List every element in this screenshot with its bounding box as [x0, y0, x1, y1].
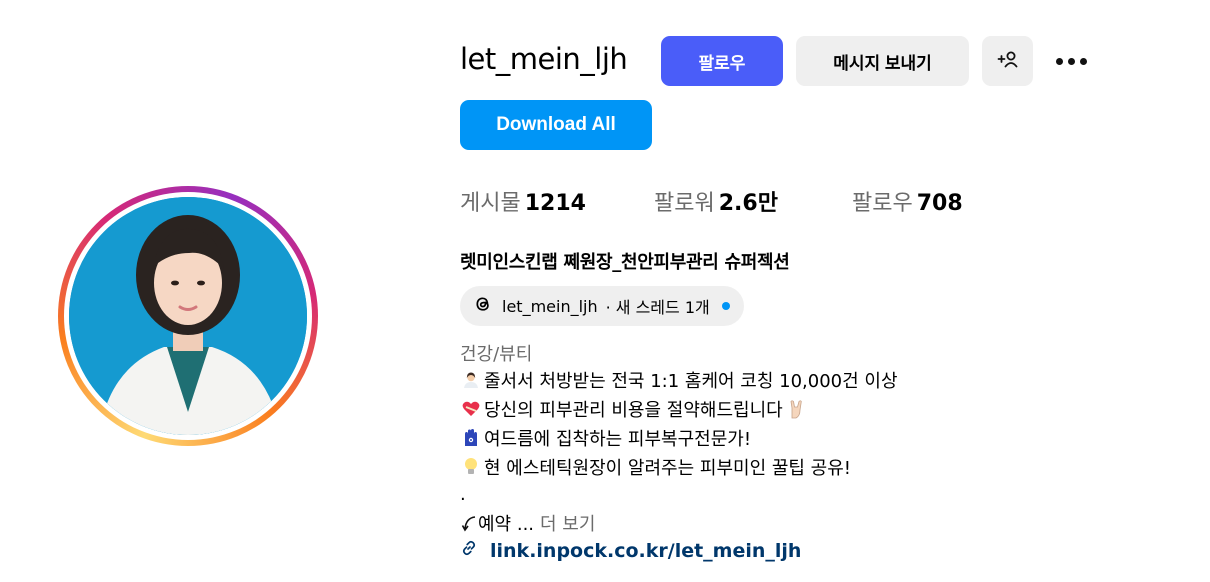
- rock-hand-emoji-icon: [785, 399, 807, 419]
- add-user-icon: [996, 49, 1020, 74]
- bio-line-text: 여드름에 집착하는 피부복구전문가!: [484, 429, 752, 450]
- stat-following-label: 팔로우: [852, 191, 913, 216]
- bio-line: .: [460, 484, 466, 505]
- stat-following-value: 708: [916, 191, 963, 216]
- more-options-button[interactable]: [1050, 48, 1092, 74]
- stat-followers-value: 2.6만: [718, 191, 778, 216]
- curved-arrow-icon: [460, 513, 478, 533]
- new-thread-indicator: [721, 302, 730, 310]
- bio-line: 당신의 피부관리 비용을 절약해드립니다: [460, 396, 809, 422]
- bio-line-text: 줄서서 처방받는 전국 1:1 홈케어 코칭 10,000건 이상: [484, 371, 898, 392]
- threads-badge[interactable]: let_mein_ljh · 새 스레드 1개: [460, 286, 744, 326]
- bio-line: 여드름에 집착하는 피부복구전문가!: [460, 425, 751, 451]
- doctor-emoji-icon: [460, 370, 482, 390]
- bio-line-text: 예약 ...: [478, 514, 535, 535]
- profile-username: let_mein_ljh: [460, 42, 628, 76]
- avatar-portrait: [69, 197, 307, 435]
- bio-line-text: 현 에스테틱원장이 알려주는 피부미인 꿀팁 공유!: [484, 458, 852, 479]
- mending-heart-emoji-icon: [460, 399, 482, 419]
- profile-avatar-ring[interactable]: [58, 186, 318, 446]
- bio-line-text: .: [460, 484, 466, 505]
- bio-line-text: 당신의 피부관리 비용을 절약해드립니다: [484, 400, 783, 421]
- threads-icon: [472, 293, 494, 319]
- external-link[interactable]: link.inpock.co.kr/let_mein_ljh: [460, 539, 801, 562]
- threads-handle: let_mein_ljh: [502, 296, 598, 316]
- stat-following[interactable]: 팔로우 708: [852, 185, 963, 217]
- see-more-link[interactable]: 더 보기: [540, 510, 595, 536]
- stat-posts: 게시물 1214: [460, 185, 586, 217]
- hamsa-emoji-icon: [460, 428, 482, 448]
- suggest-users-button[interactable]: [982, 36, 1033, 86]
- link-text: link.inpock.co.kr/let_mein_ljh: [490, 539, 802, 562]
- follow-button[interactable]: 팔로우: [661, 36, 783, 86]
- bio-line: 예약 ... 더 보기: [460, 510, 595, 536]
- stat-followers-label: 팔로워: [654, 191, 715, 216]
- avatar: [69, 197, 307, 435]
- stat-posts-value: 1214: [524, 191, 586, 216]
- stat-followers[interactable]: 팔로워 2.6만: [654, 185, 778, 217]
- link-icon: [460, 539, 478, 562]
- bio-line: 현 에스테틱원장이 알려주는 피부미인 꿀팁 공유!: [460, 454, 851, 480]
- bio-line: 줄서서 처방받는 전국 1:1 홈케어 코칭 10,000건 이상: [460, 367, 898, 393]
- stat-posts-label: 게시물: [460, 191, 521, 216]
- profile-category: 건강/뷰티: [460, 344, 533, 365]
- download-all-button[interactable]: Download All: [460, 100, 652, 150]
- light-bulb-emoji-icon: [460, 457, 482, 477]
- profile-full-name: 렛미인스킨랩 쩨원장_천안피부관리 슈퍼젝션: [460, 252, 790, 273]
- more-dots-icon: [1055, 57, 1087, 65]
- threads-new-count: · 새 스레드 1개: [605, 298, 710, 317]
- message-button[interactable]: 메시지 보내기: [796, 36, 969, 86]
- avatar-gap: [64, 192, 312, 440]
